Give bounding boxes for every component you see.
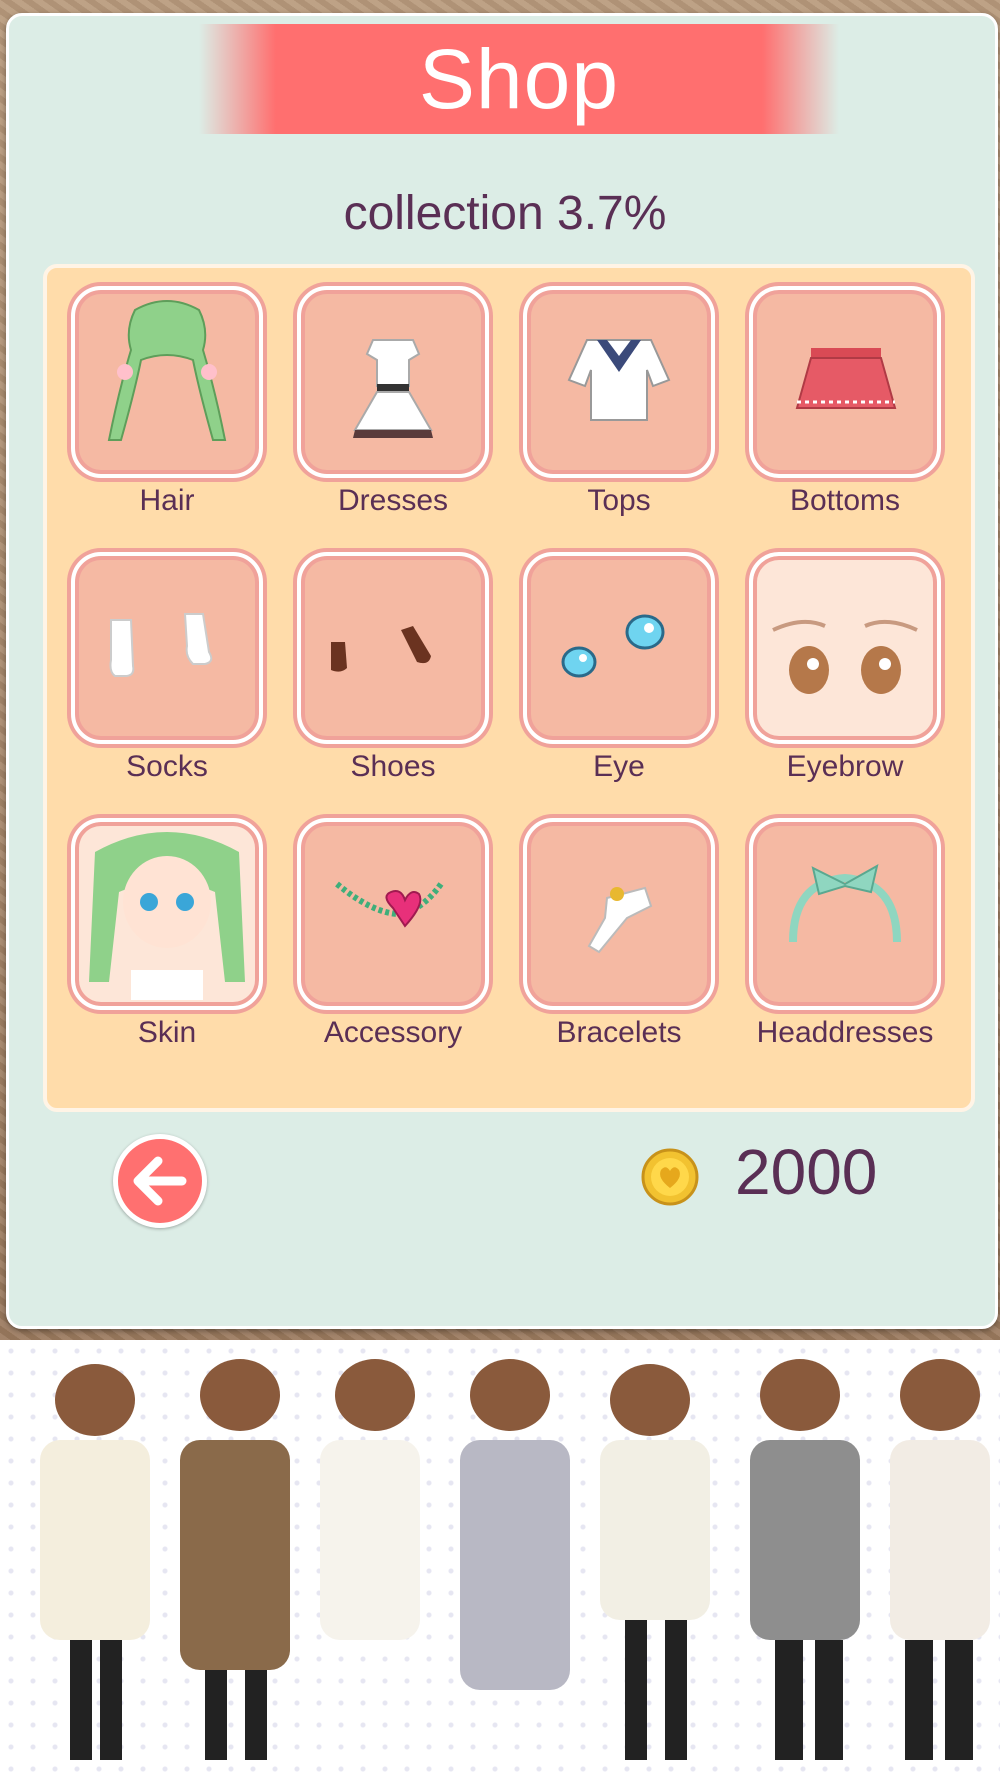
category-dresses[interactable]: Dresses: [297, 286, 493, 526]
category-label: Tops: [587, 484, 651, 517]
back-button[interactable]: [113, 1134, 207, 1228]
skin-icon: [71, 818, 263, 1010]
category-bracelets[interactable]: Bracelets: [523, 818, 719, 1058]
skirt-icon: [749, 286, 941, 478]
necklace-icon: [297, 818, 489, 1010]
collection-progress: collection 3.7%: [343, 187, 667, 240]
category-headdresses[interactable]: Headdresses: [749, 818, 945, 1058]
category-bottoms[interactable]: Bottoms: [749, 286, 945, 526]
category-socks[interactable]: Socks: [71, 552, 267, 792]
title-banner: Shop: [199, 24, 839, 134]
category-shoes[interactable]: Shoes: [297, 552, 493, 792]
dress-icon: [297, 286, 489, 478]
category-label: Bracelets: [556, 1016, 682, 1049]
category-accessory[interactable]: Accessory: [297, 818, 493, 1058]
category-label: Accessory: [323, 1016, 463, 1049]
shoes-icon: [297, 552, 489, 744]
shop-panel: Shop collection 3.7% Hair Dresses Tops B…: [6, 13, 998, 1329]
eye-icon: [523, 552, 715, 744]
back-arrow-icon: [133, 1156, 187, 1206]
socks-icon: [71, 552, 263, 744]
category-label: Hair: [139, 484, 195, 517]
category-label: Socks: [126, 750, 208, 783]
category-eye[interactable]: Eye: [523, 552, 719, 792]
bracelet-icon: [523, 818, 715, 1010]
category-eyebrow[interactable]: Eyebrow: [749, 552, 945, 792]
category-skin[interactable]: Skin: [71, 818, 267, 1058]
top-icon: [523, 286, 715, 478]
category-hair[interactable]: Hair: [71, 286, 267, 526]
hair-icon: [71, 286, 263, 478]
category-label: Dresses: [337, 484, 449, 517]
eyebrow-icon: [749, 552, 941, 744]
category-label: Bottoms: [789, 484, 901, 517]
category-label: Shoes: [350, 750, 436, 783]
category-grid: Hair Dresses Tops Bottoms Socks Shoes Ey…: [43, 264, 975, 1112]
category-label: Skin: [137, 1016, 197, 1049]
category-label: Eyebrow: [786, 750, 904, 783]
category-tops[interactable]: Tops: [523, 286, 719, 526]
category-label: Headdresses: [756, 1016, 934, 1049]
headband-icon: [749, 818, 941, 1010]
outfit-banner-image: [0, 1340, 1000, 1778]
category-label: Eye: [593, 750, 645, 783]
coin-balance: 2000: [735, 1136, 878, 1208]
coin-icon: [641, 1148, 699, 1206]
page-title: Shop: [418, 32, 620, 126]
